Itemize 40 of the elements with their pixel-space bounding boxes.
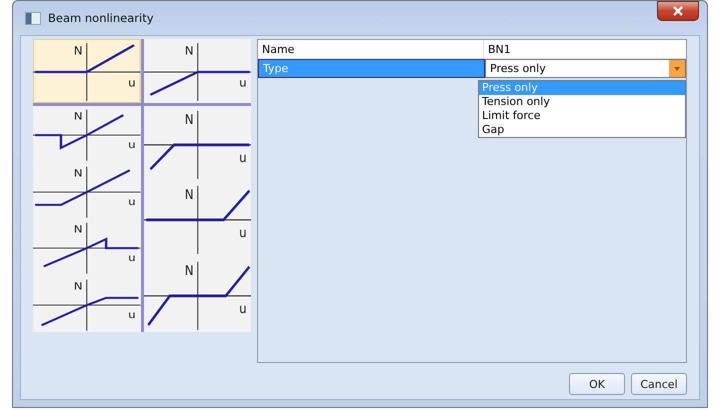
axis-label: u (238, 149, 246, 166)
axis-label: N (184, 262, 194, 278)
property-value: BN1 (484, 40, 686, 59)
axis-label: u (238, 224, 246, 240)
axis-label: N (74, 167, 83, 179)
axis-label: N (74, 44, 83, 58)
curve-diagram[interactable]: N u (33, 106, 140, 162)
curve-diagram[interactable]: N u (33, 219, 140, 276)
dropdown-arrow-icon (674, 66, 680, 70)
close-button[interactable] (657, 1, 699, 21)
dropdown-option[interactable]: Limit force (479, 109, 685, 123)
property-name[interactable]: Name (258, 40, 484, 59)
dropdown-option[interactable]: Gap (479, 123, 685, 137)
curve-diagram[interactable]: N u (144, 106, 251, 182)
dialog-button[interactable]: Cancel (631, 373, 687, 395)
axis-label: N (184, 112, 194, 128)
axis-label: u (238, 300, 246, 316)
axis-label: u (128, 76, 136, 90)
type-dropdown[interactable]: Press only (485, 59, 686, 78)
curve-diagram[interactable]: N u (144, 181, 251, 257)
axis-label: N (74, 224, 83, 236)
axis-label: u (128, 252, 136, 264)
dialog-button[interactable]: OK (569, 373, 625, 395)
curve-diagram[interactable]: N u (33, 276, 140, 332)
window-icon (25, 12, 41, 24)
window-title: Beam nonlinearity (48, 11, 155, 25)
curve-diagram[interactable]: N u (140, 39, 251, 103)
axis-label: u (128, 308, 136, 320)
close-icon (672, 6, 684, 16)
axis-label: u (128, 195, 136, 208)
axis-label: N (184, 44, 194, 58)
axis-label: u (238, 76, 246, 90)
axis-label: u (128, 138, 136, 151)
curve-diagram[interactable]: N u (33, 162, 140, 219)
curve-diagram[interactable]: N u (144, 256, 251, 332)
axis-label: N (74, 280, 83, 292)
axis-label: N (184, 186, 194, 203)
axis-label: N (74, 110, 83, 122)
curve-diagram[interactable]: N u (33, 39, 140, 103)
dropdown-option[interactable]: Tension only (479, 95, 685, 109)
